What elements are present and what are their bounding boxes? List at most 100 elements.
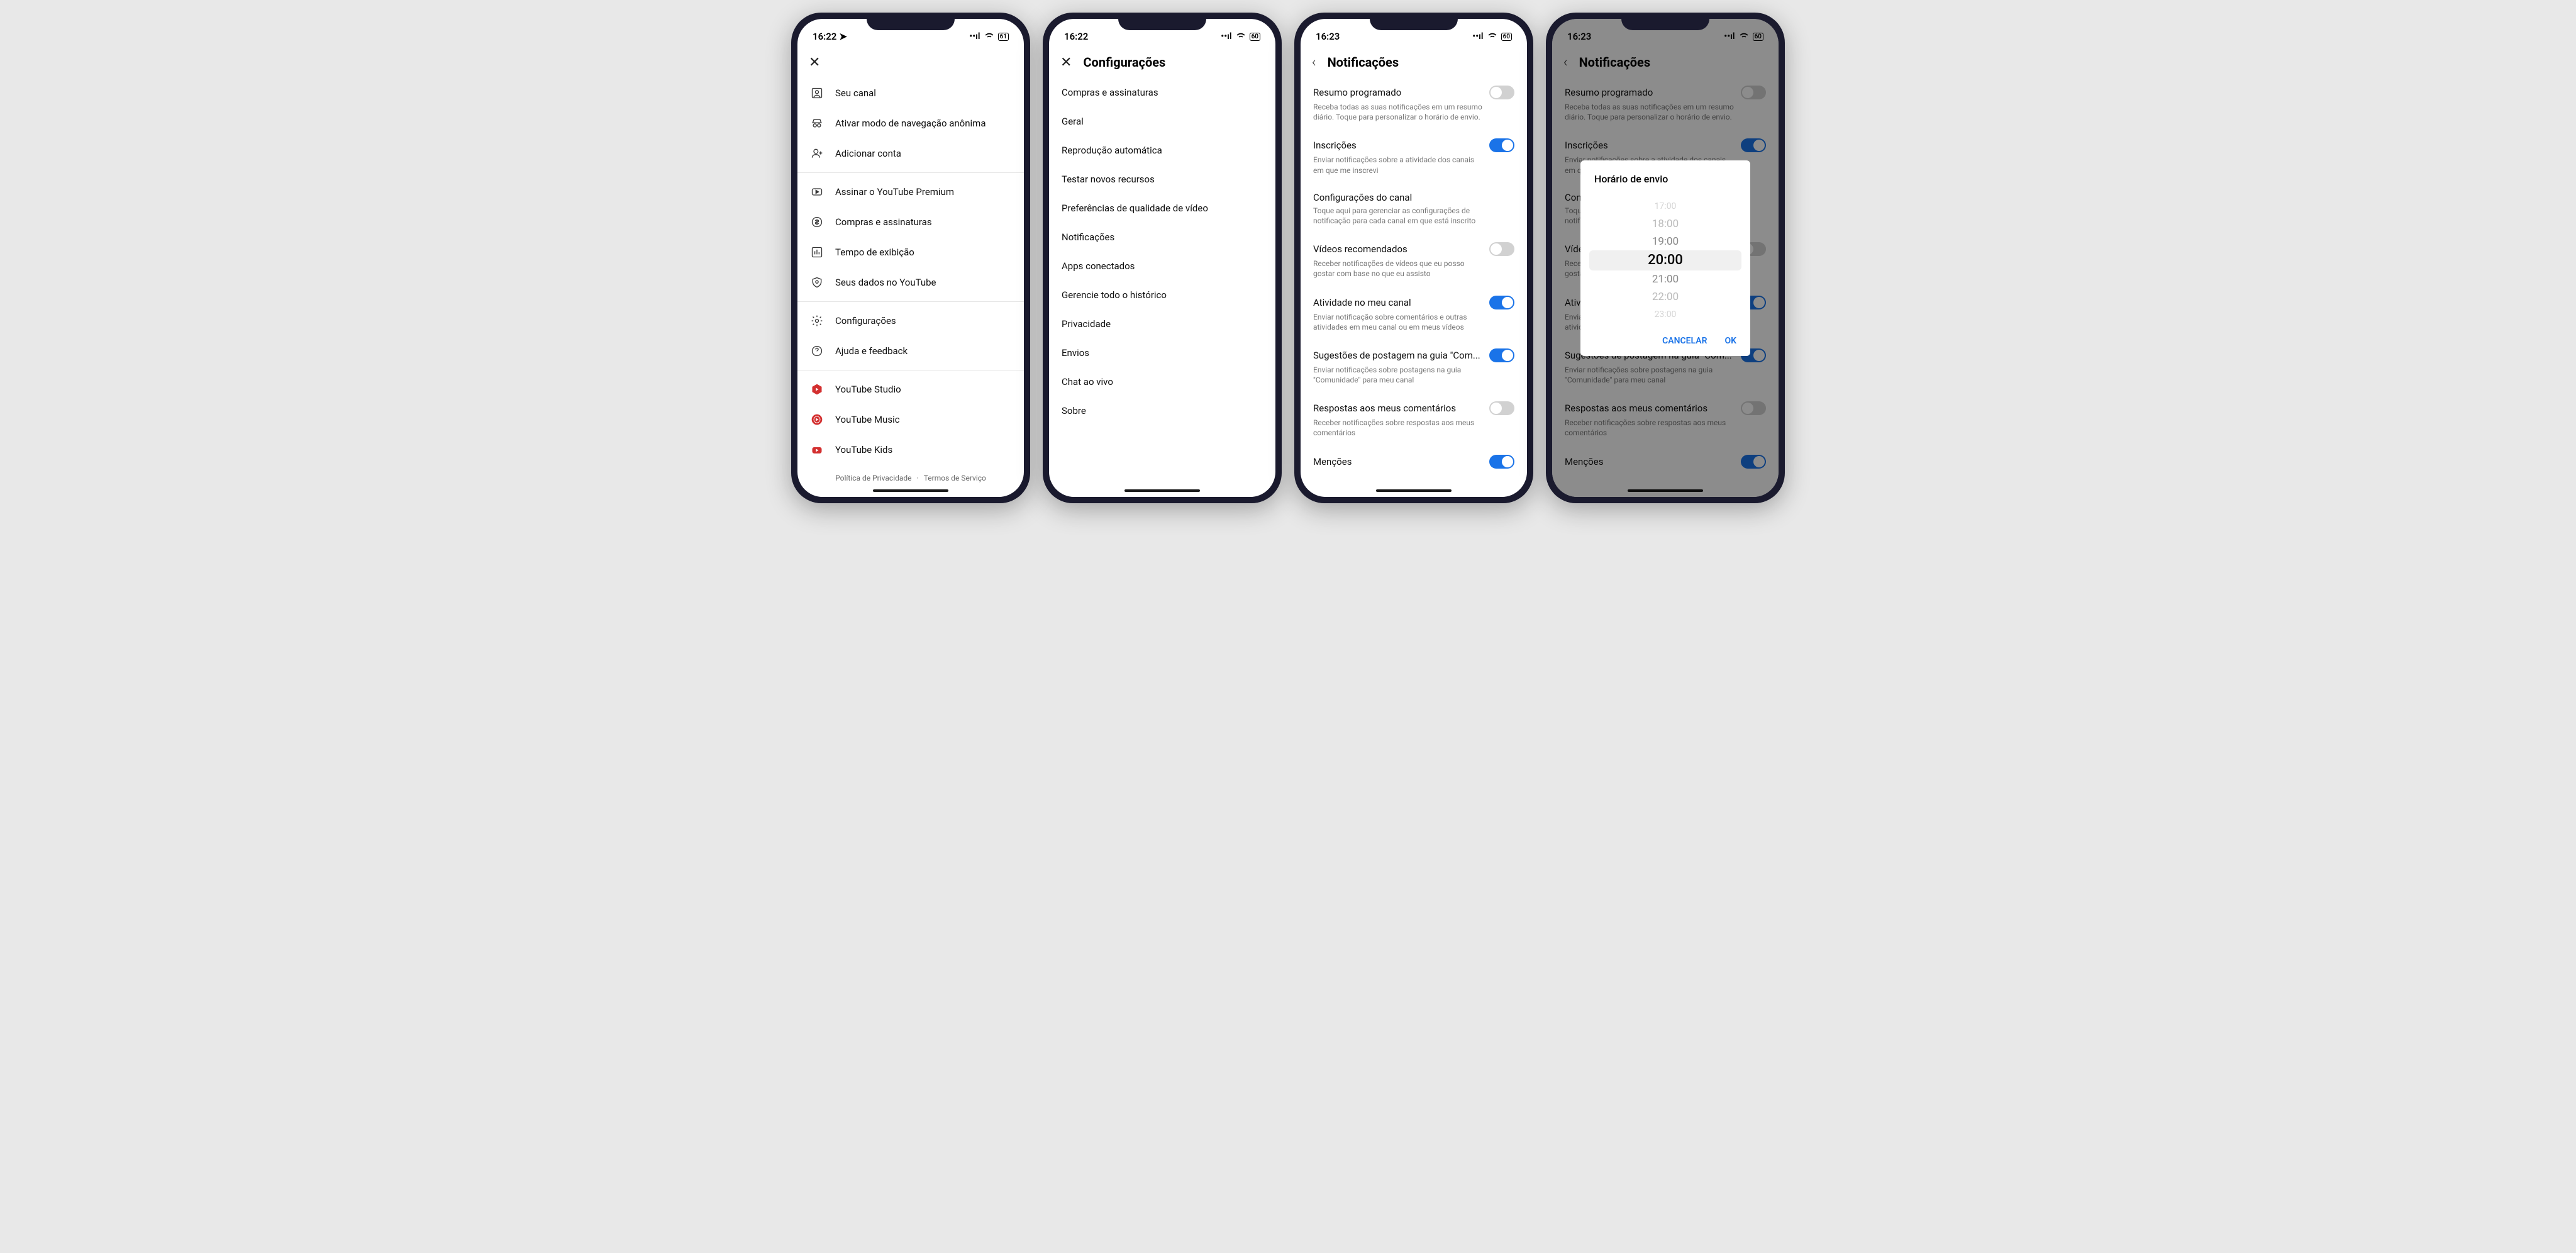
menu-item-label: Configurações [835,315,896,326]
setting-title: Vídeos recomendados [1313,243,1407,255]
back-icon[interactable]: ‹ [1312,55,1316,70]
settings-item[interactable]: Reprodução automática [1049,136,1275,165]
notch [1370,13,1458,30]
menu-item[interactable]: YouTube Kids [797,435,1024,465]
menu-item-label: YouTube Music [835,414,900,425]
menu-item-label: Ativar modo de navegação anônima [835,118,985,129]
nav-bar: ✕ [797,47,1024,78]
notification-setting[interactable]: Respostas aos meus comentáriosReceber no… [1301,394,1527,447]
menu-item[interactable]: YouTube Music [797,404,1024,435]
notification-setting[interactable]: Menções [1301,447,1527,477]
content[interactable]: Resumo programado Receba todas as suas no… [1301,78,1527,497]
toggle-switch[interactable] [1489,401,1514,415]
toggle-switch[interactable] [1489,242,1514,256]
setting-description: Receba todas as suas notificações em um … [1313,102,1514,122]
menu-item-label: YouTube Studio [835,384,901,395]
picker-option[interactable]: 23:00 [1580,306,1750,323]
settings-item[interactable]: Preferências de qualidade de vídeo [1049,194,1275,223]
settings-item[interactable]: Privacidade [1049,309,1275,338]
menu-item[interactable]: Ativar modo de navegação anônima [797,108,1024,138]
notch [1118,13,1206,30]
settings-item[interactable]: Apps conectados [1049,252,1275,281]
settings-item[interactable]: Testar novos recursos [1049,165,1275,194]
menu-item[interactable]: YouTube Studio [797,374,1024,404]
setting-description: Receber notificações de vídeos que eu po… [1313,259,1514,279]
setting-title: Atividade no meu canal [1313,297,1411,308]
picker-option[interactable]: 17:00 [1580,198,1750,215]
notification-setting[interactable]: Sugestões de postagem na guia "Com...Env… [1301,341,1527,394]
person-plus-icon [810,147,824,160]
youtube-icon [810,186,824,198]
picker-option[interactable]: 20:00 [1580,250,1750,270]
terms-link[interactable]: Termos de Serviço [924,474,986,482]
home-indicator[interactable] [1124,489,1200,492]
menu-item[interactable]: Ajuda e feedback [797,336,1024,366]
setting-description: Enviar notificações sobre a atividade do… [1313,155,1514,175]
privacy-link[interactable]: Política de Privacidade [835,474,911,482]
signal-icon: ••ıl [1221,31,1231,42]
close-icon[interactable]: ✕ [1060,55,1072,70]
shield-icon [810,276,824,289]
time-picker-dialog: Horário de envio 17:0018:0019:0020:0021:… [1580,160,1750,356]
notification-setting[interactable]: Atividade no meu canal Enviar notificação… [1301,288,1527,341]
setting-title: Configurações do canal [1313,192,1412,203]
page-title: Notificações [1328,55,1399,70]
home-indicator[interactable] [1376,489,1452,492]
settings-item[interactable]: Envios [1049,338,1275,367]
settings-item[interactable]: Compras e assinaturas [1049,78,1275,107]
picker-option[interactable]: 21:00 [1580,270,1750,288]
footer-links: Política de Privacidade · Termos de Serv… [797,465,1024,491]
notification-setting[interactable]: Resumo programado Receba todas as suas no… [1301,78,1527,131]
location-icon: ➤ [839,31,847,42]
music-icon [810,413,824,426]
phone-2: 16:22 ••ıl 60 ✕ Configurações Compras e … [1043,13,1282,503]
settings-item[interactable]: Chat ao vivo [1049,367,1275,396]
picker-option[interactable]: 18:00 [1580,215,1750,233]
kids-icon [810,443,824,456]
status-time: 16:23 [1316,31,1340,42]
setting-title: Sugestões de postagem na guia "Com... [1313,350,1480,361]
home-indicator[interactable] [873,489,948,492]
modal-overlay[interactable]: Horário de envio 17:0018:0019:0020:0021:… [1552,19,1779,497]
menu-item[interactable]: Seus dados no YouTube [797,267,1024,298]
menu-item[interactable]: Compras e assinaturas [797,207,1024,237]
help-icon [810,345,824,357]
menu-item[interactable]: Assinar o YouTube Premium [797,177,1024,207]
settings-item[interactable]: Sobre [1049,396,1275,425]
setting-description: Enviar notificação sobre comentários e o… [1313,312,1514,332]
settings-item[interactable]: Geral [1049,107,1275,136]
divider [797,301,1024,302]
cancel-button[interactable]: CANCELAR [1662,336,1707,346]
phone-4: 16:23 ••ıl 60 ‹ Notificações Resumo prog… [1546,13,1785,503]
settings-item[interactable]: Notificações [1049,223,1275,252]
picker-option[interactable]: 22:00 [1580,288,1750,306]
setting-title: Inscrições [1313,140,1357,151]
settings-item[interactable]: Gerencie todo o histórico [1049,281,1275,309]
notification-setting[interactable]: Configurações do canalToque aqui para ge… [1301,184,1527,235]
incognito-icon [810,117,824,130]
notification-setting[interactable]: Inscrições Enviar notificações sobre a at… [1301,131,1527,184]
chart-icon [810,246,824,259]
content: Compras e assinaturasGeralReprodução aut… [1049,78,1275,497]
notification-setting[interactable]: Vídeos recomendados Receber notificações … [1301,235,1527,287]
toggle-switch[interactable] [1489,296,1514,309]
menu-item-label: YouTube Kids [835,444,892,455]
time-picker[interactable]: 17:0018:0019:0020:0021:0022:0023:00 [1580,195,1750,326]
toggle-switch[interactable] [1489,138,1514,152]
divider [797,172,1024,173]
battery-icon: 61 [998,33,1009,41]
setting-title: Resumo programado [1313,87,1401,98]
menu-item[interactable]: Configurações [797,306,1024,336]
dot: · [917,474,919,482]
menu-item[interactable]: Adicionar conta [797,138,1024,169]
menu-item[interactable]: Tempo de exibição [797,237,1024,267]
picker-option[interactable]: 19:00 [1580,233,1750,250]
menu-item[interactable]: Seu canal [797,78,1024,108]
toggle-switch[interactable] [1489,86,1514,99]
toggle-switch[interactable] [1489,455,1514,469]
screen-notifications-dialog: 16:23 ••ıl 60 ‹ Notificações Resumo prog… [1552,19,1779,497]
close-icon[interactable]: ✕ [809,55,820,70]
toggle-switch[interactable] [1489,348,1514,362]
phone-1: 16:22 ➤ ••ıl 61 ✕ Seu canalAtivar modo d… [791,13,1030,503]
ok-button[interactable]: OK [1724,336,1736,346]
